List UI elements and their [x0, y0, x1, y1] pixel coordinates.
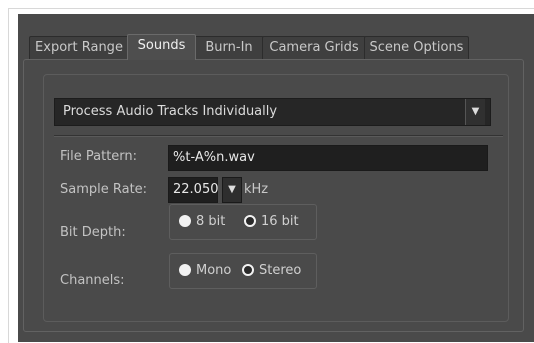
bit-depth-8bit-radio[interactable]: 8 bit — [179, 214, 239, 231]
radio-unchecked-icon — [179, 215, 191, 227]
sample-rate-label: Sample Rate: — [60, 182, 148, 197]
bit-depth-radio-group: 8 bit 16 bit — [169, 204, 317, 240]
channels-mono-radio[interactable]: Mono — [179, 263, 239, 280]
sample-rate-input[interactable]: 22.050 — [168, 177, 219, 203]
sample-rate-dropdown-icon[interactable]: ▼ — [222, 177, 242, 203]
tab-scene-options[interactable]: Scene Options — [364, 36, 469, 59]
bit-depth-16bit-radio[interactable]: 16 bit — [244, 214, 310, 231]
tab-export-range[interactable]: Export Range — [29, 36, 129, 59]
channels-label: Channels: — [60, 273, 125, 288]
tab-burn-in[interactable]: Burn-In — [194, 36, 264, 59]
radio-label: 8 bit — [196, 214, 226, 229]
tab-sounds[interactable]: Sounds — [127, 34, 196, 60]
radio-checked-icon — [244, 215, 256, 227]
tab-camera-grids[interactable]: Camera Grids — [262, 36, 366, 59]
radio-label: 16 bit — [261, 214, 299, 229]
chevron-down-icon[interactable]: ▼ — [465, 99, 485, 125]
radio-checked-icon — [242, 264, 254, 276]
audio-mode-dropdown[interactable]: Process Audio Tracks Individually — [54, 98, 491, 126]
channels-radio-group: Mono Stereo — [169, 253, 317, 289]
file-pattern-input[interactable]: %t-A%n.wav — [168, 145, 488, 171]
file-pattern-label: File Pattern: — [60, 149, 138, 164]
export-settings-dialog: Export Range Sounds Burn-In Camera Grids… — [18, 14, 534, 342]
sample-rate-unit: kHz — [244, 182, 269, 197]
radio-label: Mono — [196, 263, 232, 278]
radio-unchecked-icon — [179, 264, 191, 276]
bit-depth-label: Bit Depth: — [60, 225, 126, 240]
channels-stereo-radio[interactable]: Stereo — [242, 263, 310, 280]
separator — [54, 135, 503, 137]
radio-label: Stereo — [259, 263, 302, 278]
